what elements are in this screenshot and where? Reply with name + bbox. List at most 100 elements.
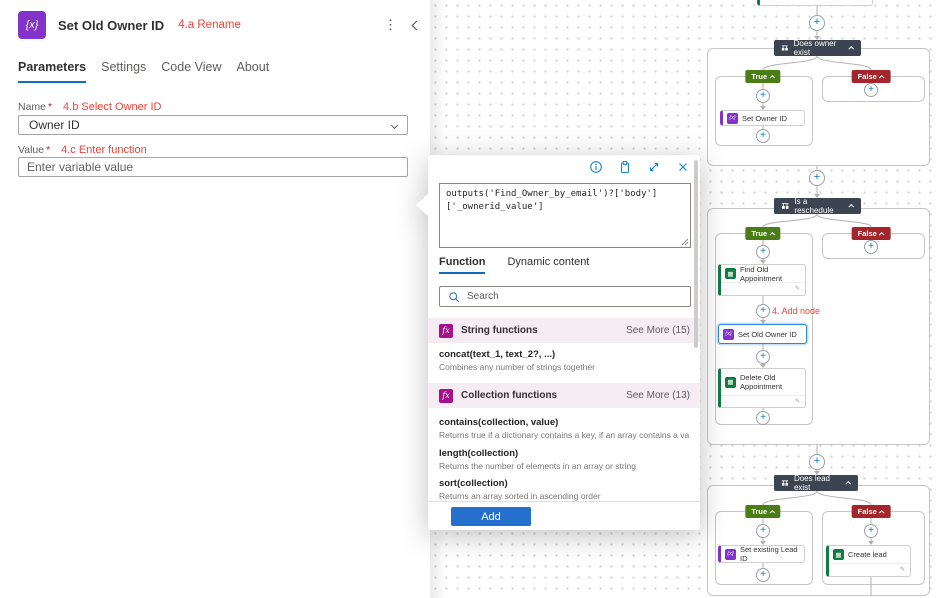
add-button[interactable]: Add: [451, 507, 531, 526]
node-set-owner-id[interactable]: {x}Set Owner ID: [720, 110, 805, 126]
resize-handle-icon[interactable]: [681, 238, 689, 246]
node-label: Set Old Owner ID: [738, 330, 797, 339]
name-dropdown-value: Owner ID: [29, 118, 80, 132]
panel-header: {x} Set Old Owner ID 4.a Rename ⋮: [18, 10, 420, 40]
dataverse-icon: ▦: [833, 549, 844, 560]
popup-scrollbar[interactable]: [694, 160, 698, 348]
search-input[interactable]: [467, 291, 682, 302]
chevron-down-icon: [391, 121, 398, 128]
collapse-icon[interactable]: [879, 510, 884, 515]
fx-icon: fx: [439, 389, 453, 403]
false-branch-badge[interactable]: False: [852, 227, 891, 240]
add-step-button[interactable]: +: [756, 129, 770, 143]
more-options-icon[interactable]: ⋮: [384, 17, 397, 33]
dataverse-icon: ▦: [725, 377, 736, 388]
see-more-link[interactable]: See More (13): [626, 390, 690, 401]
required-marker: *: [46, 144, 50, 156]
add-step-button[interactable]: +: [756, 304, 770, 318]
search-icon: [448, 291, 460, 303]
condition-node-is-a-reschedule[interactable]: Is a reschedule: [774, 198, 861, 214]
collapse-icon[interactable]: [849, 204, 855, 210]
tab-function[interactable]: Function: [439, 256, 485, 274]
node-create-lead[interactable]: ▦ Create lead ✎: [826, 545, 911, 577]
collapse-icon[interactable]: [879, 232, 884, 237]
see-more-link[interactable]: See More (15): [626, 325, 690, 336]
info-icon[interactable]: [589, 160, 603, 174]
fx-icon: fx: [439, 324, 453, 338]
add-step-button[interactable]: +: [756, 411, 770, 425]
node-set-old-owner-id[interactable]: {x}Set Old Owner ID: [718, 324, 807, 344]
add-step-button[interactable]: +: [756, 350, 770, 364]
condition-icon: [781, 479, 789, 487]
add-step-button[interactable]: +: [809, 15, 825, 31]
expression-editor-popup: outputs('Find_Owner_by_email')?['body'] …: [428, 155, 700, 530]
add-step-button[interactable]: +: [756, 245, 770, 259]
action-parameters-panel: {x} Set Old Owner ID 4.a Rename ⋮ Parame…: [0, 0, 430, 598]
condition-node-does-lead-exist[interactable]: Does lead exist: [774, 475, 858, 491]
expand-icon[interactable]: [647, 160, 661, 174]
false-branch-badge[interactable]: False: [852, 505, 891, 518]
collapse-icon[interactable]: [849, 46, 854, 51]
condition-label: Is a reschedule: [794, 197, 845, 215]
expression-line: ['_ownerid_value']: [446, 201, 684, 214]
add-step-button[interactable]: +: [864, 83, 878, 97]
function-item-contains[interactable]: contains(collection, value) Returns true…: [439, 417, 689, 440]
node-find-old-appointment[interactable]: ▦Find Old Appointment ✎: [718, 264, 806, 296]
tab-code-view[interactable]: Code View: [161, 60, 221, 83]
true-branch-badge[interactable]: True: [745, 505, 780, 518]
add-step-button[interactable]: +: [756, 89, 770, 103]
expression-input[interactable]: outputs('Find_Owner_by_email')?['body'] …: [439, 183, 691, 248]
group-collection-functions[interactable]: fx Collection functions See More (13): [428, 383, 700, 408]
value-input[interactable]: [18, 157, 408, 177]
note-icon: ✎: [900, 566, 905, 573]
expression-tabs: Function Dynamic content: [439, 256, 589, 274]
note-icon: ✎: [795, 398, 800, 405]
annotation-add-node: 4. Add node: [772, 306, 820, 316]
name-dropdown[interactable]: Owner ID: [18, 115, 408, 135]
node-label: Set existing Lead ID: [740, 545, 800, 563]
variable-icon: {x}: [725, 549, 736, 560]
tab-about[interactable]: About: [237, 60, 270, 83]
true-branch-badge[interactable]: True: [745, 70, 780, 83]
collapse-icon[interactable]: [846, 481, 851, 486]
note-icon: ✎: [795, 285, 800, 292]
group-string-functions[interactable]: fx String functions See More (15): [428, 318, 700, 343]
tab-dynamic-content[interactable]: Dynamic content: [507, 256, 589, 274]
annotation-select-owner-id: 4.b Select Owner ID: [63, 101, 161, 113]
node-label: Delete Old Appointment: [740, 373, 792, 391]
true-branch-badge[interactable]: True: [745, 227, 780, 240]
condition-node-does-owner-exist[interactable]: Does owner exist: [774, 40, 861, 56]
collapse-icon[interactable]: [770, 75, 775, 80]
function-item-sort[interactable]: sort(collection) Returns an array sorted…: [439, 478, 689, 501]
add-step-button[interactable]: +: [809, 454, 825, 470]
collapse-panel-icon[interactable]: [412, 20, 422, 30]
clipboard-icon[interactable]: [618, 160, 632, 174]
node-delete-old-appointment[interactable]: ▦ Delete Old Appointment ✎: [718, 368, 806, 408]
condition-label: Does owner exist: [794, 39, 846, 57]
node-set-existing-lead-id[interactable]: {x} Set existing Lead ID: [718, 545, 805, 563]
annotation-enter-function: 4.c Enter function: [61, 144, 147, 156]
node-label: Create lead: [848, 550, 887, 559]
variable-icon: {x}: [727, 113, 738, 124]
add-step-button[interactable]: +: [864, 524, 878, 538]
add-step-button[interactable]: +: [756, 568, 770, 582]
name-field-label: Name* 4.b Select Owner ID: [18, 101, 161, 113]
close-icon[interactable]: [676, 160, 690, 174]
collapse-icon[interactable]: [770, 510, 775, 515]
condition-icon: [781, 202, 789, 210]
offscreen-top-node[interactable]: [757, 0, 873, 6]
tab-settings[interactable]: Settings: [101, 60, 146, 83]
add-step-button[interactable]: +: [864, 240, 878, 254]
add-step-button[interactable]: +: [756, 524, 770, 538]
collapse-icon[interactable]: [770, 232, 775, 237]
collapse-icon[interactable]: [879, 75, 884, 80]
condition-label: Does lead exist: [794, 474, 842, 492]
function-item-length[interactable]: length(collection) Returns the number of…: [439, 448, 689, 471]
function-item-concat[interactable]: concat(text_1, text_2?, ...) Combines an…: [439, 349, 689, 372]
page-title: Set Old Owner ID: [58, 18, 164, 33]
tab-parameters[interactable]: Parameters: [18, 60, 86, 83]
false-branch-badge[interactable]: False: [852, 70, 891, 83]
add-step-button[interactable]: +: [809, 170, 825, 186]
popup-footer-divider: [428, 501, 700, 502]
function-search-box[interactable]: [439, 286, 691, 307]
